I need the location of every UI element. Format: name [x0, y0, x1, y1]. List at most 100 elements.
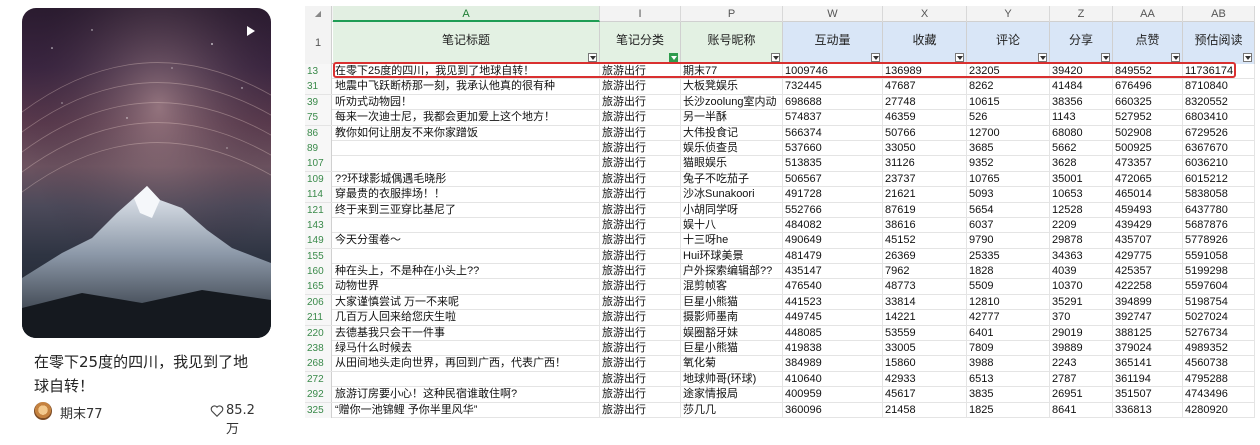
spreadsheet[interactable]: A I P W X Y Z AA AB ◢ 1 笔记标题 笔记分类 账号昵称 互动量 收藏 评论 分享 点赞 预…	[305, 6, 1255, 445]
table-cell[interactable]: 地震中飞跃断桥那一刻，我承认他真的很有种	[333, 79, 600, 95]
table-row[interactable]: 206 大家谨慎尝试 万一不来呢 旅游出行 巨星小熊猫 441523 33814 12810…	[305, 294, 1255, 311]
table-cell[interactable]: 448085	[783, 325, 883, 341]
table-row[interactable]: 272 旅游出行 地球帅哥(环球) 410640 42933 6513 2787 361194…	[305, 371, 1255, 388]
table-cell[interactable]: 旅游出行	[600, 387, 681, 403]
table-cell[interactable]: 2209	[1050, 217, 1113, 233]
row-number[interactable]: 75	[305, 110, 332, 126]
table-cell[interactable]: 425357	[1113, 264, 1183, 280]
table-cell[interactable]: 绿马什么时候去	[333, 341, 600, 357]
table-cell[interactable]: 439429	[1113, 217, 1183, 233]
table-cell[interactable]: 地球帅哥(环球)	[681, 371, 783, 387]
table-cell[interactable]: Hui环球美景	[681, 248, 783, 264]
table-cell[interactable]: 5838058	[1183, 187, 1255, 203]
table-row[interactable]: 268 从田间地头走向世界，再回到广西，代表广西！ 旅游出行 氧化菊 384989 158…	[305, 356, 1255, 372]
table-cell[interactable]: 旅游出行	[600, 171, 681, 187]
table-cell[interactable]: 4989352	[1183, 341, 1255, 357]
post-card[interactable]: 在零下25度的四川，我见到了地球自转！ 期末77 85.2万	[22, 8, 272, 438]
table-cell[interactable]: 每来一次迪士尼，我都会更加爱上这个地方！	[333, 110, 600, 126]
table-cell[interactable]: 34363	[1050, 248, 1113, 264]
table-cell[interactable]: 10370	[1050, 279, 1113, 295]
table-cell[interactable]: 3835	[967, 387, 1050, 403]
table-cell[interactable]: 穿最贵的衣服摔场！！	[333, 187, 600, 203]
table-cell[interactable]: 1143	[1050, 110, 1113, 126]
table-cell[interactable]: 33814	[883, 294, 967, 310]
table-cell[interactable]: 旅游出行	[600, 156, 681, 172]
table-cell[interactable]: 1828	[967, 264, 1050, 280]
table-row[interactable]: 114 穿最贵的衣服摔场！！ 旅游出行 沙冰Sunakoori 491728 21621 5…	[305, 187, 1255, 203]
table-cell[interactable]: 370	[1050, 310, 1113, 326]
table-cell[interactable]: 十三呀he	[681, 233, 783, 249]
table-cell[interactable]: “赠你一池锦鲤 予你半里风华”	[333, 402, 600, 418]
table-cell[interactable]: 27748	[883, 94, 967, 110]
table-cell[interactable]: 娱十八	[681, 217, 783, 233]
table-cell[interactable]: 小胡同学呀	[681, 202, 783, 218]
table-cell[interactable]: 大伟投食记	[681, 125, 783, 141]
table-cell[interactable]: 33005	[883, 341, 967, 357]
table-row[interactable]: 75 每来一次迪士尼，我都会更加爱上这个地方！ 旅游出行 另一半酥 574837 4635…	[305, 110, 1255, 126]
row-number[interactable]: 114	[305, 187, 332, 203]
column-letter-w[interactable]: W	[783, 6, 883, 22]
table-cell[interactable]: 500925	[1113, 140, 1183, 156]
table-cell[interactable]: 9352	[967, 156, 1050, 172]
table-cell[interactable]: 38356	[1050, 94, 1113, 110]
table-cell[interactable]: 429775	[1113, 248, 1183, 264]
row-number[interactable]: 109	[305, 171, 332, 187]
table-cell[interactable]: 676496	[1113, 79, 1183, 95]
table-cell[interactable]: 394899	[1113, 294, 1183, 310]
table-cell[interactable]: 旅游出行	[600, 294, 681, 310]
table-cell[interactable]: 大板凳娱乐	[681, 79, 783, 95]
row-number[interactable]: 211	[305, 310, 332, 326]
table-cell[interactable]: 698688	[783, 94, 883, 110]
table-cell[interactable]: 沙冰Sunakoori	[681, 187, 783, 203]
table-cell[interactable]: 526	[967, 110, 1050, 126]
table-cell[interactable]: 5687876	[1183, 217, 1255, 233]
column-letter-ab[interactable]: AB	[1183, 6, 1255, 22]
filter-dropdown-icon[interactable]	[1101, 53, 1110, 62]
table-cell[interactable]: 旅游出行	[600, 110, 681, 126]
table-cell[interactable]: 513835	[783, 156, 883, 172]
table-row[interactable]: 121 终于来到三亚穿比基尼了 旅游出行 小胡同学呀 552766 87619 5654 12…	[305, 202, 1255, 218]
table-row[interactable]: 89 旅游出行 娱乐侦查员 537660 33050 3685 5662 500925 6367…	[305, 140, 1255, 157]
row-number[interactable]: 107	[305, 156, 332, 172]
table-cell[interactable]: 465014	[1113, 187, 1183, 203]
heart-icon[interactable]	[210, 404, 224, 418]
table-cell[interactable]: 8262	[967, 79, 1050, 95]
table-cell[interactable]: 7809	[967, 341, 1050, 357]
table-cell[interactable]: 旅游出行	[600, 140, 681, 156]
table-cell[interactable]: 351507	[1113, 387, 1183, 403]
table-cell[interactable]: 732445	[783, 79, 883, 95]
table-row[interactable]: 107 旅游出行 猫眼娱乐 513835 31126 9352 3628 473357 6036…	[305, 156, 1255, 172]
table-cell[interactable]	[333, 156, 600, 172]
table-cell[interactable]: 旅游出行	[600, 341, 681, 357]
table-cell[interactable]: 摄影师墨南	[681, 310, 783, 326]
table-cell[interactable]: 39889	[1050, 341, 1113, 357]
table-cell[interactable]: 484082	[783, 217, 883, 233]
table-cell[interactable]: 4560738	[1183, 356, 1255, 372]
table-row[interactable]: 155 旅游出行 Hui环球美景 481479 26369 25335 34363 42977…	[305, 248, 1255, 265]
table-row[interactable]: 31 地震中飞跃断桥那一刻，我承认他真的很有种 旅游出行 大板凳娱乐 732445 476…	[305, 79, 1255, 95]
table-row[interactable]: 211 几百万人回来给您庆生啦 旅游出行 摄影师墨南 449745 14221 42777 3…	[305, 310, 1255, 326]
column-letter-i[interactable]: I	[600, 6, 681, 22]
table-cell[interactable]: 502908	[1113, 125, 1183, 141]
table-cell[interactable]: 360096	[783, 402, 883, 418]
table-row[interactable]: 143 旅游出行 娱十八 484082 38616 6037 2209 439429 56878…	[305, 217, 1255, 234]
table-cell[interactable]: 去德基我只会干一件事	[333, 325, 600, 341]
table-cell[interactable]: 旅游出行	[600, 402, 681, 418]
table-cell[interactable]: 14221	[883, 310, 967, 326]
header-cell-p[interactable]: 账号昵称	[681, 22, 783, 64]
table-cell[interactable]: 419838	[783, 341, 883, 357]
table-cell[interactable]: 41484	[1050, 79, 1113, 95]
header-cell-x[interactable]: 收藏	[883, 22, 967, 64]
table-cell[interactable]: 476540	[783, 279, 883, 295]
table-cell[interactable]: 氧化菊	[681, 356, 783, 372]
table-cell[interactable]: 25335	[967, 248, 1050, 264]
table-cell[interactable]: 42777	[967, 310, 1050, 326]
table-cell[interactable]: 566374	[783, 125, 883, 141]
table-cell[interactable]: 552766	[783, 202, 883, 218]
table-cell[interactable]: 旅游出行	[600, 310, 681, 326]
row-number[interactable]: 206	[305, 294, 332, 310]
header-cell-y[interactable]: 评论	[967, 22, 1050, 64]
column-letter-y[interactable]: Y	[967, 6, 1050, 22]
table-cell[interactable]: 5662	[1050, 140, 1113, 156]
table-cell[interactable]: 5276734	[1183, 325, 1255, 341]
